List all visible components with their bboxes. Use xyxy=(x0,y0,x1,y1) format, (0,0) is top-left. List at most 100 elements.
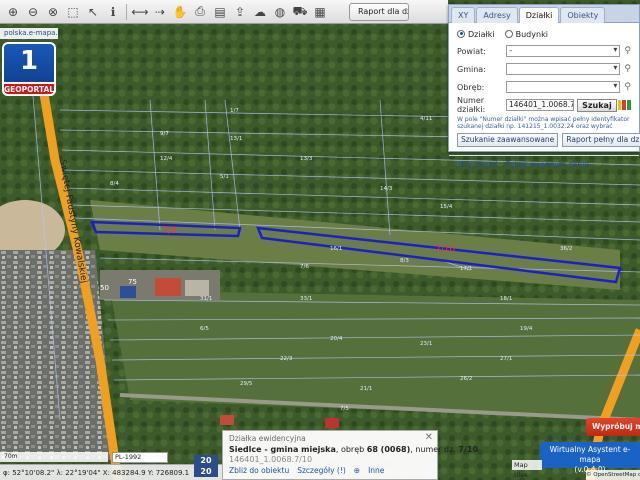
parcel-number-label: 16/1 xyxy=(330,246,342,252)
details-link[interactable]: Szczegóły (!) xyxy=(297,466,346,475)
parcel-number-label: 33/1 xyxy=(300,296,312,302)
route-icon[interactable]: ⇢ xyxy=(151,3,169,21)
radio-on-icon[interactable] xyxy=(457,29,465,38)
info-icon[interactable]: ℹ xyxy=(104,3,122,21)
parcel-number-label: 7/5 xyxy=(340,406,349,412)
measure-icon[interactable]: ⟷ xyxy=(131,3,149,21)
cloud-icon[interactable]: ☁ xyxy=(251,3,269,21)
parcel-info-popup: Działka ewidencyjna ✕ Siedlce - gmina mi… xyxy=(222,430,478,480)
tab-parcels[interactable]: Działki xyxy=(518,7,560,23)
obreb-row: Obręb: ⚲ xyxy=(457,79,631,95)
parcel-number-label: 1/7 xyxy=(230,108,239,114)
zoom-extent-icon[interactable]: ⊗ xyxy=(44,3,62,21)
help-text: W pole "Numer działki" można wpisać pełn… xyxy=(457,116,630,130)
zoom-out-icon[interactable]: ⊖ xyxy=(24,3,42,21)
more-link[interactable]: Inne xyxy=(368,466,384,475)
close-icon[interactable]: ✕ xyxy=(425,432,433,443)
popup-actions: Zbliż do obiektu Szczegóły (!) ⊕ Inne xyxy=(229,466,431,475)
search-icon[interactable]: ⚲ xyxy=(624,64,631,74)
zoom-to-object-link[interactable]: Zbliż do obiektu xyxy=(229,466,289,475)
globe-icon[interactable]: ◍ xyxy=(271,3,289,21)
radio-buildings[interactable]: Budynki xyxy=(504,29,548,39)
scale-text: 70m xyxy=(4,453,18,460)
zoom-level: 20 xyxy=(200,467,212,476)
advanced-search-button[interactable]: Szukanie zaawansowane xyxy=(457,133,559,147)
parcel-number-label: 8/3 xyxy=(400,258,409,264)
share-icon[interactable]: ⇪ xyxy=(231,3,249,21)
layers-icon[interactable]: ▤ xyxy=(211,3,229,21)
radio-buildings-label: Budynki xyxy=(515,29,548,39)
tab-xy[interactable]: XY xyxy=(451,7,476,23)
gmina-select[interactable] xyxy=(506,63,621,75)
search-icon[interactable]: ⚲ xyxy=(624,82,631,92)
parcel-number-label: 20/4 xyxy=(330,336,343,342)
geoportal-logo[interactable]: polska.e-mapa.net 1 GEOPORTAL xyxy=(0,28,58,98)
popup-numer-value: 7/10 xyxy=(458,445,479,454)
toolbar-separator xyxy=(126,3,127,20)
parcel-number-label: 26/2 xyxy=(460,376,472,382)
projection-select[interactable]: PL-1992 xyxy=(112,452,168,463)
search-panel: XY Adresy Działki Obiekty Działki Budynk… xyxy=(448,4,640,169)
parcel-number-label: 36/2 xyxy=(560,246,572,252)
osm-credit[interactable]: © OpenStreetMap contributors xyxy=(586,470,640,480)
color-swatch[interactable] xyxy=(622,100,627,110)
parcel-number-label: 9/7 xyxy=(160,131,169,137)
hand-icon[interactable]: ✋ xyxy=(171,3,189,21)
print-icon[interactable]: ⎙ xyxy=(191,3,209,21)
full-report-button[interactable]: Raport pełny dla działki xyxy=(562,133,640,147)
show-window-link[interactable]: Pokaż w jednym oknie xyxy=(506,160,589,169)
house-number: 75 xyxy=(128,278,137,286)
zoom-in-icon[interactable]: ⊕ xyxy=(4,3,22,21)
gmina-label: Gmina: xyxy=(457,64,486,74)
zoom-level: 20 xyxy=(200,456,212,465)
logo-number: 1 xyxy=(19,46,39,76)
tab-objects[interactable]: Obiekty xyxy=(560,7,606,23)
parcel-number-label: 22/3 xyxy=(280,356,293,362)
try-assistant-button[interactable]: Wypróbuj mnie! xyxy=(586,418,640,436)
parcel-number-label: 15/4 xyxy=(440,204,453,210)
search-type-radios: Działki Budynki xyxy=(457,27,631,41)
house-number: 50 xyxy=(100,284,109,292)
panel-buttons: Szukanie zaawansowane Raport pełny dla d… xyxy=(457,133,640,147)
parcel-number-label: 13/3 xyxy=(300,156,313,162)
parcel-left-label: 7/8 xyxy=(162,226,177,236)
add-icon[interactable]: ⊕ xyxy=(354,466,360,475)
gmina-row: Gmina: ⚲ xyxy=(457,61,631,77)
popup-obreb-text: , obręb xyxy=(335,445,367,454)
map-tiles-credit: Map tiles xyxy=(512,460,542,479)
tab-addresses[interactable]: Adresy xyxy=(476,7,518,23)
panel-tabs: XY Adresy Działki Obiekty xyxy=(449,5,639,23)
popup-title: Działka ewidencyjna xyxy=(229,434,306,443)
radio-parcels[interactable]: Działki xyxy=(457,29,495,39)
parcel-number-label: 19/4 xyxy=(520,326,533,332)
grid-icon[interactable]: ▦ xyxy=(311,3,329,21)
parcel-number-label: 13/1 xyxy=(230,136,242,142)
parcel-number-input[interactable]: 146401_1.0068.7/10 xyxy=(506,99,575,111)
map-toolbar: ⊕ ⊖ ⊗ ⬚ ↖ ℹ ⟷ ⇢ ✋ ⎙ ▤ ⇪ ☁ ◍ ⛟ ▦ Raport d… xyxy=(0,0,448,24)
powiat-row: Powiat: - ⚲ xyxy=(457,43,631,59)
powiat-select[interactable]: - xyxy=(506,45,621,57)
panel-body: Działki Budynki Powiat: - ⚲ Gmina: ⚲ Obr… xyxy=(449,23,640,151)
popup-parcel-line: Siedlce - gmina miejska, obręb 68 (0068)… xyxy=(229,445,478,454)
parcel-number-label: 6/5 xyxy=(200,326,209,332)
report-button[interactable]: Raport dla działki xyxy=(349,2,409,21)
popup-obreb-value: 68 (0068) xyxy=(366,445,411,454)
search-button[interactable]: Szukaj xyxy=(577,98,617,112)
numer-label: Numer działki: xyxy=(457,96,486,114)
virtual-assistant-button[interactable]: Wirtualny Asystent e-mapa (v.0.4.0) xyxy=(540,442,640,474)
obreb-label: Obręb: xyxy=(457,82,485,92)
color-swatch[interactable] xyxy=(627,100,631,110)
parcel-number-label: 18/1 xyxy=(500,296,512,302)
radio-off-icon[interactable] xyxy=(504,29,513,38)
cart-icon[interactable]: ⛟ xyxy=(291,3,309,21)
hide-panel-link[interactable]: Ukryj panel xyxy=(455,160,498,169)
popup-parcel-id: 146401_1.0068.7/10 xyxy=(229,455,313,464)
zoom-level-badge: 20 20 xyxy=(194,455,218,477)
search-icon[interactable]: ⚲ xyxy=(624,46,631,56)
parcel-number-label: 4/11 xyxy=(420,116,432,122)
select-arrow-icon[interactable]: ↖ xyxy=(84,3,102,21)
obreb-select[interactable] xyxy=(506,81,621,93)
zoom-box-icon[interactable]: ⬚ xyxy=(64,3,82,21)
parcel-number-label: 5/1 xyxy=(220,174,229,180)
color-swatch[interactable] xyxy=(617,100,622,110)
